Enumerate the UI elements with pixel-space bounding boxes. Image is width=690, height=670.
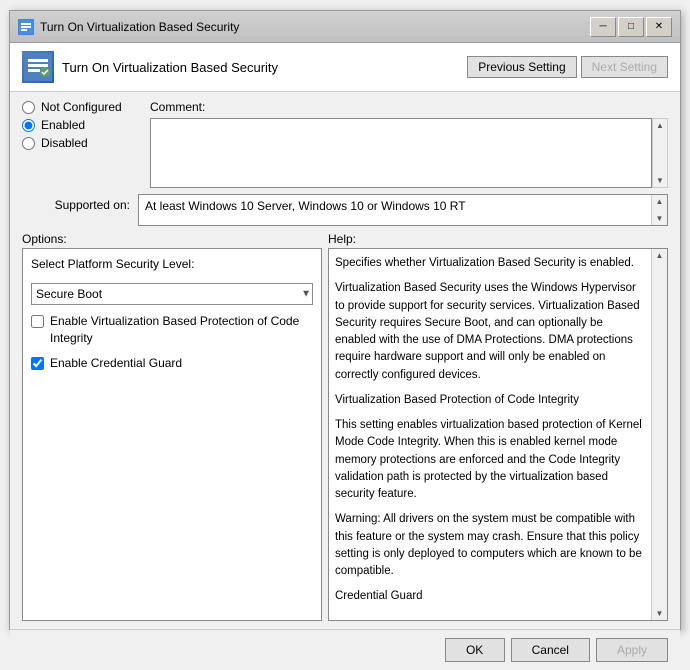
comment-scrollbar: ▲ ▼	[652, 118, 668, 188]
scroll-down-arrow[interactable]: ▼	[656, 176, 664, 185]
supported-container: At least Windows 10 Server, Windows 10 o…	[138, 194, 668, 226]
supported-row: Supported on: At least Windows 10 Server…	[22, 194, 668, 226]
help-para-6: Credential Guard	[335, 588, 643, 605]
help-para-1: Specifies whether Virtualization Based S…	[335, 255, 643, 272]
minimize-button[interactable]: ─	[590, 17, 616, 37]
enabled-radio[interactable]	[22, 119, 35, 132]
header-buttons: Previous Setting Next Setting	[467, 56, 668, 78]
previous-setting-button[interactable]: Previous Setting	[467, 56, 576, 78]
top-section: Not Configured Enabled Disabled Comment:…	[22, 100, 668, 188]
title-bar: Turn On Virtualization Based Security ─ …	[10, 11, 680, 43]
window-title: Turn On Virtualization Based Security	[40, 20, 239, 34]
header-title: Turn On Virtualization Based Security	[62, 60, 278, 75]
options-panel: Select Platform Security Level: Secure B…	[22, 248, 322, 621]
credential-guard-label: Enable Credential Guard	[50, 355, 182, 372]
help-para-5: Warning: All drivers on the system must …	[335, 511, 643, 580]
options-label: Options:	[22, 232, 67, 246]
help-scroll-up-arrow[interactable]: ▲	[656, 251, 664, 260]
enabled-row: Enabled	[22, 118, 142, 132]
help-label: Help:	[328, 232, 356, 246]
apply-button[interactable]: Apply	[596, 638, 668, 662]
enabled-label: Enabled	[41, 118, 85, 132]
help-scroll-down-arrow[interactable]: ▼	[656, 609, 664, 618]
scroll-up-arrow[interactable]: ▲	[656, 121, 664, 130]
vbs-code-integrity-label: Enable Virtualization Based Protection o…	[50, 313, 313, 347]
maximize-button[interactable]: □	[618, 17, 644, 37]
next-setting-button[interactable]: Next Setting	[581, 56, 668, 78]
main-window: Turn On Virtualization Based Security ─ …	[9, 10, 681, 630]
help-para-2: Virtualization Based Security uses the W…	[335, 280, 643, 384]
vbs-code-integrity-checkbox[interactable]	[31, 315, 44, 328]
bottom-bar: OK Cancel Apply	[10, 629, 680, 670]
credential-guard-row: Enable Credential Guard	[31, 355, 313, 372]
header-bar: Turn On Virtualization Based Security Pr…	[10, 43, 680, 92]
disabled-radio[interactable]	[22, 137, 35, 150]
not-configured-label: Not Configured	[41, 100, 122, 114]
comment-label: Comment:	[150, 100, 668, 114]
content-area: Not Configured Enabled Disabled Comment:…	[10, 92, 680, 629]
help-text-area[interactable]: Specifies whether Virtualization Based S…	[335, 255, 647, 614]
platform-label: Select Platform Security Level:	[31, 257, 313, 271]
credential-guard-checkbox[interactable]	[31, 357, 44, 370]
radio-column: Not Configured Enabled Disabled	[22, 100, 142, 188]
dropdown-wrapper: Secure Boot Secure Boot and DMA Protecti…	[31, 283, 313, 305]
main-split: Select Platform Security Level: Secure B…	[22, 248, 668, 621]
vbs-code-integrity-row: Enable Virtualization Based Protection o…	[31, 313, 313, 347]
disabled-row: Disabled	[22, 136, 142, 150]
options-header: Options:	[22, 232, 322, 246]
help-panel: Specifies whether Virtualization Based S…	[328, 248, 668, 621]
disabled-label: Disabled	[41, 136, 88, 150]
supported-label: Supported on:	[22, 194, 130, 212]
help-scrollbar: ▲ ▼	[651, 249, 667, 620]
supported-scroll-down[interactable]: ▼	[656, 214, 664, 223]
not-configured-radio[interactable]	[22, 101, 35, 114]
sections-row: Options: Help:	[22, 232, 668, 246]
supported-scrollbar: ▲ ▼	[651, 195, 667, 225]
title-bar-left: Turn On Virtualization Based Security	[18, 19, 239, 35]
supported-box: At least Windows 10 Server, Windows 10 o…	[138, 194, 668, 226]
help-header: Help:	[322, 232, 668, 246]
header-icon	[22, 51, 54, 83]
help-para-4: This setting enables virtualization base…	[335, 417, 643, 503]
supported-scroll-up[interactable]: ▲	[656, 197, 664, 206]
not-configured-row: Not Configured	[22, 100, 142, 114]
title-bar-controls: ─ □ ✕	[590, 17, 672, 37]
comment-textarea[interactable]	[150, 118, 652, 188]
header-left: Turn On Virtualization Based Security	[22, 51, 278, 83]
comment-column: Comment: ▲ ▼	[150, 100, 668, 188]
platform-dropdown[interactable]: Secure Boot Secure Boot and DMA Protecti…	[31, 283, 313, 305]
supported-value: At least Windows 10 Server, Windows 10 o…	[145, 199, 466, 213]
cancel-button[interactable]: Cancel	[511, 638, 590, 662]
ok-button[interactable]: OK	[445, 638, 505, 662]
help-para-3: Virtualization Based Protection of Code …	[335, 392, 643, 409]
close-button[interactable]: ✕	[646, 17, 672, 37]
window-icon	[18, 19, 34, 35]
